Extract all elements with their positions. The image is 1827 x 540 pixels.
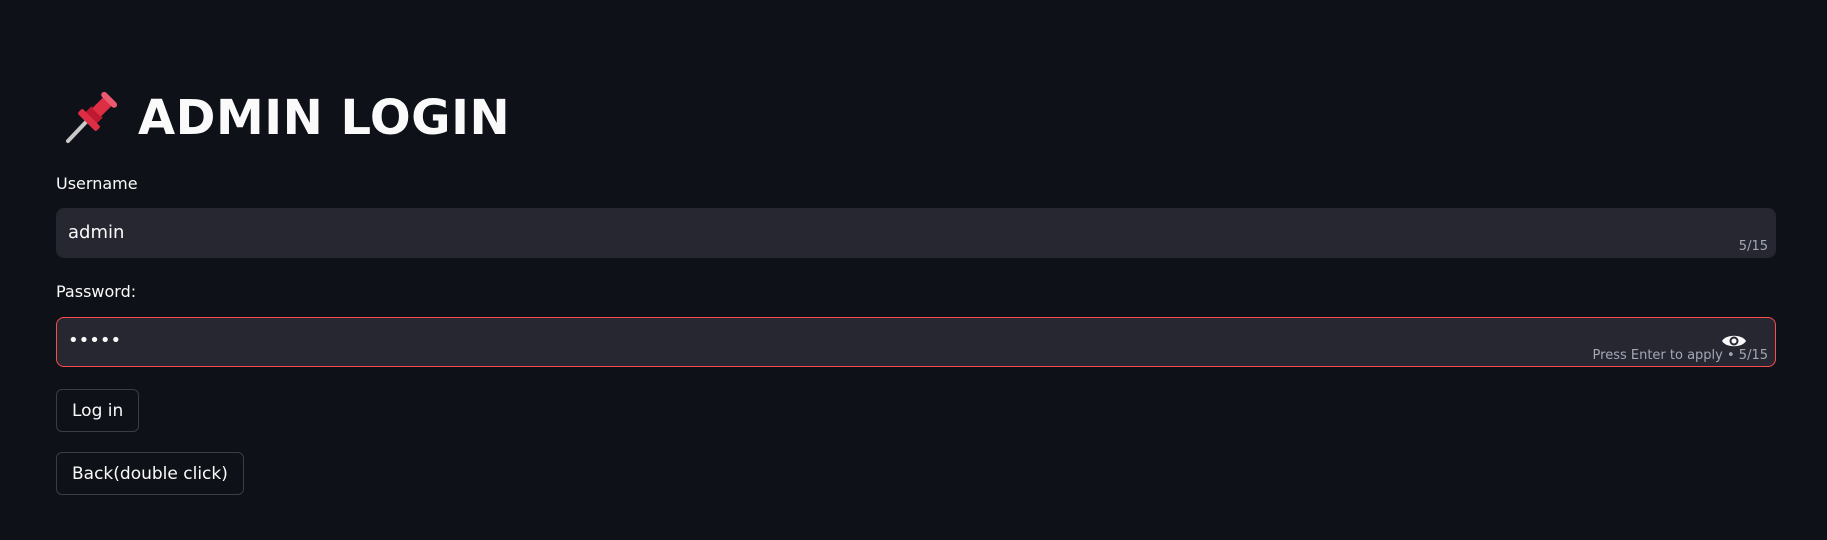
- page-title: ADMIN LOGIN: [138, 90, 511, 146]
- login-button[interactable]: Log in: [56, 389, 140, 432]
- password-value: •••••: [68, 330, 122, 351]
- password-input[interactable]: ••••• Press Enter to apply • 5/15: [56, 317, 1776, 367]
- back-button[interactable]: Back(double click): [56, 452, 244, 495]
- username-value: admin: [68, 222, 125, 243]
- title-row: ADMIN LOGIN: [62, 84, 510, 152]
- pushpin-icon: [66, 91, 118, 143]
- password-hint: Press Enter to apply • 5/15: [1592, 348, 1768, 363]
- password-label: Password:: [56, 282, 137, 301]
- username-label: Username: [56, 174, 138, 193]
- username-counter: 5/15: [1738, 239, 1768, 254]
- username-input[interactable]: admin 5/15: [56, 208, 1776, 258]
